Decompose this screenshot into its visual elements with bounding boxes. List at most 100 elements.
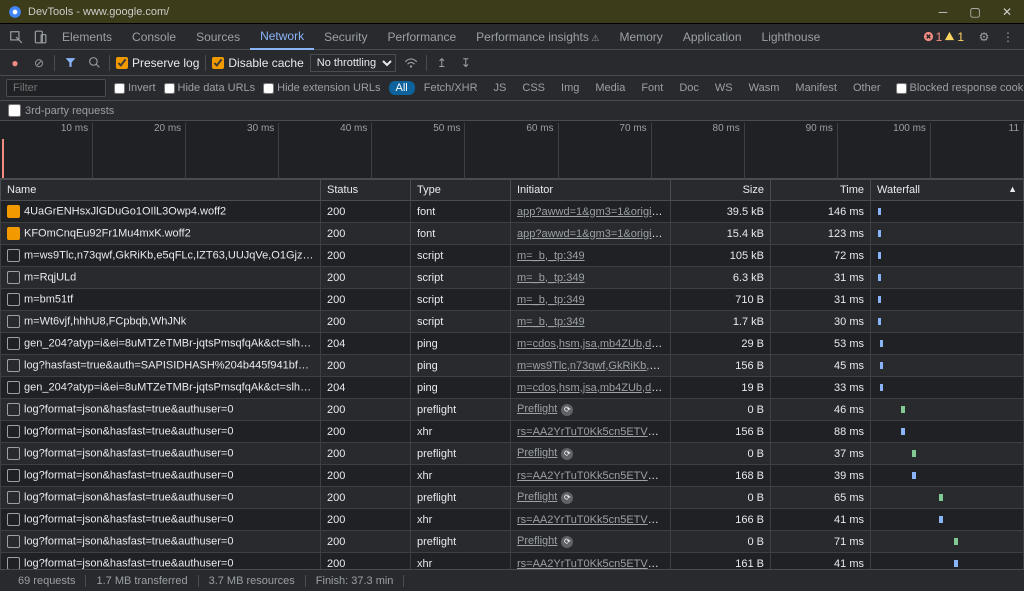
cell-initiator[interactable]: rs=AA2YrTuT0Kk5cn5ETVkWk70FjQ… xyxy=(511,421,671,443)
table-row[interactable]: log?format=json&hasfast=true&authuser=02… xyxy=(1,531,1024,553)
more-icon[interactable]: ⋮ xyxy=(998,27,1018,47)
throttling-select[interactable]: No throttling xyxy=(310,54,396,72)
settings-icon[interactable]: ⚙ xyxy=(974,27,994,47)
cell-initiator[interactable]: Preflight⟳ xyxy=(511,399,671,421)
filter-pill-js[interactable]: JS xyxy=(487,81,514,95)
cell-initiator[interactable]: app?awwd=1&gm3=1&origin=http… xyxy=(511,201,671,223)
table-row[interactable]: log?format=json&hasfast=true&authuser=02… xyxy=(1,421,1024,443)
cell-name[interactable]: log?format=json&hasfast=true&authuser=0 xyxy=(1,487,321,509)
filter-pill-other[interactable]: Other xyxy=(846,81,888,95)
col-status[interactable]: Status xyxy=(321,180,411,201)
cell-name[interactable]: log?format=json&hasfast=true&authuser=0 xyxy=(1,443,321,465)
cell-name[interactable]: gen_204?atyp=i&ei=8uMTZeTMBr-jqtsPmsqfqA… xyxy=(1,377,321,399)
cell-initiator[interactable]: m=_b,_tp:349 xyxy=(511,311,671,333)
table-row[interactable]: gen_204?atyp=i&ei=8uMTZeTMBr-jqtsPmsqfqA… xyxy=(1,333,1024,355)
cell-name[interactable]: log?format=json&hasfast=true&authuser=0 xyxy=(1,509,321,531)
cell-initiator[interactable]: app?awwd=1&gm3=1&origin=http… xyxy=(511,223,671,245)
error-badge[interactable]: 1 xyxy=(923,30,943,44)
search-icon[interactable] xyxy=(85,54,103,72)
table-row[interactable]: 4UaGrENHsxJlGDuGo1OIlL3Owp4.woff2200font… xyxy=(1,201,1024,223)
upload-icon[interactable]: ↥ xyxy=(433,54,451,72)
cell-initiator[interactable]: m=_b,_tp:349 xyxy=(511,245,671,267)
invert-checkbox[interactable]: Invert xyxy=(114,82,156,94)
table-row[interactable]: log?format=json&hasfast=true&authuser=02… xyxy=(1,443,1024,465)
warning-badge[interactable]: 1 xyxy=(944,30,964,44)
filter-pill-ws[interactable]: WS xyxy=(708,81,740,95)
cell-initiator[interactable]: m=cdos,hsm,jsa,mb4ZUb,d,csi,cEt90… xyxy=(511,377,671,399)
table-row[interactable]: log?format=json&hasfast=true&authuser=02… xyxy=(1,509,1024,531)
cell-initiator[interactable]: Preflight⟳ xyxy=(511,487,671,509)
filter-pill-font[interactable]: Font xyxy=(634,81,670,95)
col-size[interactable]: Size xyxy=(671,180,771,201)
blocked-cookies-checkbox[interactable]: Blocked response cookies xyxy=(896,82,1024,94)
table-row[interactable]: m=bm51tf200scriptm=_b,_tp:349710 B31 ms xyxy=(1,289,1024,311)
tab-security[interactable]: Security xyxy=(314,24,377,50)
col-type[interactable]: Type xyxy=(411,180,511,201)
table-row[interactable]: m=Wt6vjf,hhhU8,FCpbqb,WhJNk200scriptm=_b… xyxy=(1,311,1024,333)
cell-name[interactable]: log?hasfast=true&auth=SAPISIDHASH%204b44… xyxy=(1,355,321,377)
tab-lighthouse[interactable]: Lighthouse xyxy=(752,24,831,50)
timeline-overview[interactable]: 10 ms20 ms30 ms40 ms50 ms60 ms70 ms80 ms… xyxy=(0,121,1024,179)
cell-initiator[interactable]: rs=AA2YrTuT0Kk5cn5ETVkWk70FjQ… xyxy=(511,553,671,570)
cell-name[interactable]: m=RqjULd xyxy=(1,267,321,289)
minimize-button[interactable]: ─ xyxy=(934,5,952,19)
filter-input[interactable] xyxy=(6,79,106,97)
cell-name[interactable]: log?format=json&hasfast=true&authuser=0 xyxy=(1,553,321,570)
cell-name[interactable]: m=Wt6vjf,hhhU8,FCpbqb,WhJNk xyxy=(1,311,321,333)
table-row[interactable]: log?format=json&hasfast=true&authuser=02… xyxy=(1,487,1024,509)
filter-pill-wasm[interactable]: Wasm xyxy=(742,81,787,95)
third-party-checkbox[interactable] xyxy=(8,104,21,117)
col-time[interactable]: Time xyxy=(771,180,871,201)
inspect-icon[interactable] xyxy=(6,27,26,47)
cell-name[interactable]: gen_204?atyp=i&ei=8uMTZeTMBr-jqtsPmsqfqA… xyxy=(1,333,321,355)
device-icon[interactable] xyxy=(30,27,50,47)
cell-name[interactable]: log?format=json&hasfast=true&authuser=0 xyxy=(1,421,321,443)
filter-pill-img[interactable]: Img xyxy=(554,81,586,95)
filter-pill-css[interactable]: CSS xyxy=(515,81,552,95)
cell-name[interactable]: log?format=json&hasfast=true&authuser=0 xyxy=(1,399,321,421)
filter-pill-media[interactable]: Media xyxy=(588,81,632,95)
tab-performance[interactable]: Performance xyxy=(377,24,466,50)
tab-memory[interactable]: Memory xyxy=(609,24,672,50)
cell-name[interactable]: KFOmCnqEu92Fr1Mu4mxK.woff2 xyxy=(1,223,321,245)
maximize-button[interactable]: ▢ xyxy=(966,5,984,19)
cell-initiator[interactable]: m=cdos,hsm,jsa,mb4ZUb,d,csi,cEt90… xyxy=(511,333,671,355)
cell-initiator[interactable]: m=_b,_tp:349 xyxy=(511,289,671,311)
cell-name[interactable]: m=ws9Tlc,n73qwf,GkRiKb,e5qFLc,IZT63,UUJq… xyxy=(1,245,321,267)
filter-pill-all[interactable]: All xyxy=(389,81,415,95)
preserve-log-checkbox[interactable]: Preserve log xyxy=(116,56,199,70)
filter-pill-doc[interactable]: Doc xyxy=(672,81,706,95)
table-row[interactable]: log?format=json&hasfast=true&authuser=02… xyxy=(1,553,1024,570)
hide-extension-urls-checkbox[interactable]: Hide extension URLs xyxy=(263,82,380,94)
cell-initiator[interactable]: Preflight⟳ xyxy=(511,531,671,553)
col-waterfall[interactable]: Waterfall▲ xyxy=(871,180,1024,201)
col-initiator[interactable]: Initiator xyxy=(511,180,671,201)
table-row[interactable]: log?hasfast=true&auth=SAPISIDHASH%204b44… xyxy=(1,355,1024,377)
table-row[interactable]: m=RqjULd200scriptm=_b,_tp:3496.3 kB31 ms xyxy=(1,267,1024,289)
cell-name[interactable]: log?format=json&hasfast=true&authuser=0 xyxy=(1,531,321,553)
table-row[interactable]: KFOmCnqEu92Fr1Mu4mxK.woff2200fontapp?aww… xyxy=(1,223,1024,245)
download-icon[interactable]: ↧ xyxy=(457,54,475,72)
table-row[interactable]: gen_204?atyp=i&ei=8uMTZeTMBr-jqtsPmsqfqA… xyxy=(1,377,1024,399)
cell-name[interactable]: log?format=json&hasfast=true&authuser=0 xyxy=(1,465,321,487)
cell-initiator[interactable]: rs=AA2YrTuT0Kk5cn5ETVkWk70FjQ… xyxy=(511,465,671,487)
table-row[interactable]: log?format=json&hasfast=true&authuser=02… xyxy=(1,465,1024,487)
tab-application[interactable]: Application xyxy=(673,24,752,50)
cell-initiator[interactable]: Preflight⟳ xyxy=(511,443,671,465)
clear-icon[interactable]: ⊘ xyxy=(30,54,48,72)
cell-name[interactable]: m=bm51tf xyxy=(1,289,321,311)
tab-elements[interactable]: Elements xyxy=(52,24,122,50)
wifi-icon[interactable] xyxy=(402,54,420,72)
cell-initiator[interactable]: m=ws9Tlc,n73qwf,GkRiKb,e5qFLc,IZ… xyxy=(511,355,671,377)
cell-initiator[interactable]: m=_b,_tp:349 xyxy=(511,267,671,289)
disable-cache-checkbox[interactable]: Disable cache xyxy=(212,56,303,70)
cell-initiator[interactable]: rs=AA2YrTuT0Kk5cn5ETVkWk70FjQ… xyxy=(511,509,671,531)
cell-name[interactable]: 4UaGrENHsxJlGDuGo1OIlL3Owp4.woff2 xyxy=(1,201,321,223)
table-row[interactable]: log?format=json&hasfast=true&authuser=02… xyxy=(1,399,1024,421)
filter-icon[interactable] xyxy=(61,54,79,72)
tab-performance-insights[interactable]: Performance insights ⚠ xyxy=(466,24,609,50)
tab-network[interactable]: Network xyxy=(250,24,314,50)
record-icon[interactable]: ● xyxy=(6,54,24,72)
table-row[interactable]: m=ws9Tlc,n73qwf,GkRiKb,e5qFLc,IZT63,UUJq… xyxy=(1,245,1024,267)
filter-pill-fetch-xhr[interactable]: Fetch/XHR xyxy=(417,81,485,95)
